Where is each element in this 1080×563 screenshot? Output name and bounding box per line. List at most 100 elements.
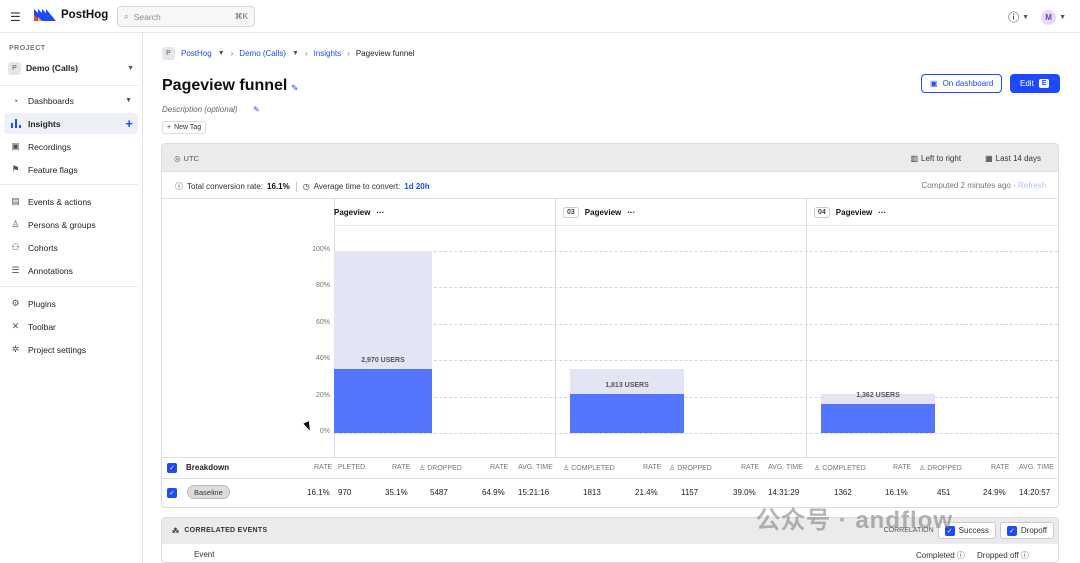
- bar-users-label: 2,970 USERS: [361, 357, 405, 365]
- dropoff-checkbox: ✓: [1006, 525, 1017, 536]
- rate-header: RATE: [991, 464, 1010, 471]
- vertical-divider: [295, 181, 297, 192]
- person-icon: ♙: [419, 465, 428, 472]
- help-menu[interactable]: ⓘ ▼: [1008, 9, 1029, 25]
- date-range-label: Last 14 days: [995, 154, 1041, 163]
- sidebar-item-toolbar[interactable]: ✕ Toolbar: [4, 316, 138, 337]
- computed-label: Computed 2 minutes ago: [921, 181, 1011, 190]
- search-input[interactable]: ⌕ Search ⌘K: [117, 6, 255, 27]
- sidebar-item-recordings[interactable]: ▣ Recordings: [4, 136, 138, 157]
- step3-avg-time: 14:20:57: [1019, 488, 1051, 497]
- sidebar-item-persons-groups[interactable]: ♙ Persons & groups: [4, 214, 138, 235]
- project-badge: P: [8, 61, 21, 75]
- row-checkbox[interactable]: ✓: [167, 488, 177, 498]
- hedgehog-logo-icon: [34, 9, 56, 21]
- sidebar-item-dashboards[interactable]: ◔ Dashboards ▼: [4, 90, 138, 111]
- user-menu[interactable]: M ▼: [1041, 9, 1066, 25]
- breakdown-header: Breakdown: [186, 463, 230, 472]
- clock-icon: ◷: [302, 182, 310, 191]
- edit-button[interactable]: Edit E: [1010, 74, 1060, 93]
- row-rate: 16.1%: [307, 488, 330, 497]
- completed-header-label: COMPLETED: [571, 465, 615, 472]
- chevron-down-icon[interactable]: ▼: [292, 50, 299, 57]
- new-tag-button[interactable]: + New Tag: [162, 121, 207, 134]
- project-selector[interactable]: P Demo (Calls) ▼: [8, 60, 134, 76]
- edit-title-pencil-icon[interactable]: ✎: [291, 83, 299, 94]
- bar-users-label: 1,362 USERS: [856, 391, 900, 399]
- step-name: Pageview: [584, 207, 622, 217]
- rate-header: RATE: [741, 464, 760, 471]
- breadcrumb-org[interactable]: PostHog: [181, 49, 212, 58]
- person-icon: ♙: [563, 465, 572, 472]
- watermark: 公众号 · andflow: [756, 507, 953, 534]
- sidebar-divider: [0, 286, 138, 287]
- funnel-bar[interactable]: [570, 394, 684, 433]
- annotations-icon: ☰: [11, 265, 20, 275]
- gridline: [334, 396, 1058, 398]
- posthog-logo[interactable]: PostHog: [34, 9, 108, 21]
- timezone-indicator: ◎ UTC: [174, 154, 199, 163]
- gridline: [334, 360, 1058, 362]
- add-insight-button[interactable]: +: [125, 116, 133, 131]
- gridline: [334, 251, 1058, 252]
- sidebar-item-cohorts[interactable]: ⚇ Cohorts: [4, 237, 138, 258]
- edit-description-pencil-icon[interactable]: ✎: [253, 105, 260, 114]
- sidebar-item-label: Toolbar: [28, 321, 56, 332]
- sidebar-divider: [0, 184, 138, 185]
- chart-header-divider: [334, 225, 1058, 226]
- flag-icon: ⚑: [11, 164, 20, 174]
- step-number: 03: [563, 206, 579, 218]
- edit-label: Edit: [1020, 79, 1034, 88]
- completed-header: PLETED: [338, 464, 366, 471]
- more-options-icon[interactable]: ···: [627, 208, 635, 217]
- funnel-bar[interactable]: [821, 403, 935, 433]
- chevron-down-icon: ▼: [1059, 13, 1066, 21]
- settings-icon: ✲: [11, 344, 20, 354]
- dropped-header: ♙ DROPPED: [919, 464, 962, 472]
- more-options-icon[interactable]: ···: [376, 208, 384, 217]
- sidebar-item-annotations[interactable]: ☰ Annotations: [4, 260, 138, 281]
- step3-rate: 16.1%: [885, 488, 908, 497]
- dashboard-icon: ◔: [12, 95, 19, 106]
- date-range-selector[interactable]: ▦ Last 14 days: [985, 154, 1041, 163]
- sidebar-item-project-settings[interactable]: ✲ Project settings: [4, 339, 138, 360]
- description-field[interactable]: Description (optional): [162, 105, 238, 114]
- bar-users-label: 1,813 USERS: [605, 382, 649, 390]
- on-dashboard-button[interactable]: ▣ On dashboard: [921, 74, 1003, 93]
- more-options-icon[interactable]: ···: [878, 208, 886, 217]
- funnel-bar[interactable]: [334, 369, 432, 433]
- sidebar-item-label: Events & actions: [28, 196, 92, 207]
- sidebar-item-feature-flags[interactable]: ⚑ Feature flags: [4, 159, 138, 180]
- dropoff-toggle[interactable]: ✓ Dropoff: [999, 522, 1054, 539]
- avg-time-label: Average time to convert:: [313, 182, 401, 191]
- sidebar-item-label: Persons & groups: [28, 219, 96, 230]
- breakdown-checkbox[interactable]: ✓: [167, 463, 177, 473]
- sidebar-item-insights[interactable]: Insights +: [4, 113, 138, 134]
- recordings-icon: ▣: [11, 141, 20, 151]
- conversion-summary: ⓘ Total conversion rate: 16.1% ◷ Average…: [162, 172, 1058, 199]
- funnel-chart: 100% 80% 60% 40% 20% 0% Pageview ··· 2,970 USERS…: [162, 199, 1058, 457]
- layout-selector[interactable]: ▥ Left to right: [910, 154, 961, 163]
- refresh-link[interactable]: Refresh: [1018, 181, 1046, 190]
- menu-toggle-icon[interactable]: ☰: [10, 10, 21, 24]
- chevron-down-icon[interactable]: ▼: [218, 50, 225, 57]
- step2-dropped: 1157: [681, 488, 699, 497]
- sidebar-item-events-actions[interactable]: ▤ Events & actions: [4, 191, 138, 212]
- completed-column-label: Completed: [916, 551, 955, 560]
- info-icon: ⓘ: [1020, 551, 1029, 560]
- new-tag-label: New Tag: [174, 124, 202, 131]
- correlated-events-title: CORRELATED EVENTS: [184, 527, 268, 534]
- step1-avg-time: 15:21:16: [518, 488, 550, 497]
- breadcrumb-project[interactable]: Demo (Calls): [239, 49, 286, 58]
- edit-shortcut: E: [1038, 79, 1050, 88]
- avg-time-header: AVG. TIME: [768, 464, 803, 471]
- step-number: 04: [814, 206, 830, 218]
- breadcrumb-separator-icon: ›: [304, 49, 308, 58]
- step-name: Pageview: [334, 207, 371, 217]
- sidebar-item-plugins[interactable]: ⚙ Plugins: [4, 293, 138, 314]
- step-header: Pageview ···: [334, 199, 384, 225]
- search-shortcut: ⌘K: [234, 12, 248, 21]
- avg-time-value: 1d 20h: [404, 182, 430, 191]
- dropped-header-label: DROPPED: [427, 465, 462, 472]
- breadcrumb-insights[interactable]: Insights: [314, 49, 342, 58]
